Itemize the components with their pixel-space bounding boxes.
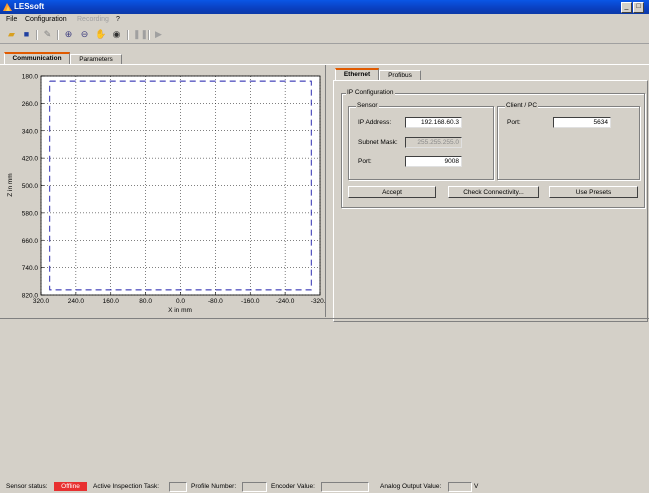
sensor-status-badge: Offline	[54, 482, 87, 491]
menu-recording[interactable]: Recording	[77, 16, 109, 23]
zoom-out-icon[interactable]: ⊖	[79, 29, 90, 40]
log-area	[0, 318, 649, 476]
window-title: LESsoft	[14, 2, 45, 11]
x-tick-label: -160.0	[241, 298, 260, 305]
maximize-button[interactable]: □	[633, 2, 644, 13]
menu-help[interactable]: ?	[116, 16, 120, 23]
plot-panel: 180.0 260.0 340.0 420.0 500.0 580.0 660.0 740.0…	[0, 65, 326, 317]
toolbar-separator	[127, 30, 129, 40]
ip-address-field[interactable]: 192.168.60.3	[405, 117, 462, 128]
menu-bar: File Configuration Recording ?	[0, 15, 649, 26]
toolbar-separator	[36, 30, 38, 40]
analog-output-value	[448, 482, 472, 492]
save-icon[interactable]: ■	[21, 29, 32, 40]
play-icon[interactable]: ▶	[153, 29, 164, 40]
y-tick-label: 340.0	[22, 128, 39, 135]
tab-ethernet[interactable]: Ethernet	[335, 68, 379, 80]
sensor-port-field[interactable]: 9008	[405, 156, 462, 167]
app-logo-icon	[3, 3, 12, 11]
x-tick-label: 80.0	[139, 298, 152, 305]
y-axis-label: Z in mm	[7, 173, 14, 196]
active-task-label: Active Inspection Task:	[93, 483, 159, 490]
x-tick-label: -80.0	[208, 298, 223, 305]
y-tick-label: 500.0	[22, 183, 39, 190]
ip-address-label: IP Address:	[358, 119, 392, 126]
sensor-group-title: Sensor	[356, 102, 379, 109]
ip-config-title: IP Configuration	[346, 89, 395, 96]
y-tick-label: 260.0	[22, 101, 39, 108]
reset-icon[interactable]: ◉	[111, 29, 122, 40]
pause-icon[interactable]: ❚❚	[133, 29, 148, 40]
y-tick-label: 660.0	[22, 238, 39, 245]
toolbar-separator	[57, 30, 59, 40]
client-port-label: Port:	[507, 119, 521, 126]
title-bar: LESsoft _ □	[0, 0, 649, 14]
encoder-value-label: Encoder Value:	[271, 483, 315, 490]
toolbar-separator	[148, 30, 150, 40]
y-tick-label: 180.0	[22, 74, 39, 81]
open-folder-icon[interactable]: ▰	[6, 29, 17, 40]
sensor-port-label: Port:	[358, 158, 372, 165]
y-tick-label: 580.0	[22, 210, 39, 217]
status-bar: Sensor status: Offline Active Inspection…	[0, 478, 649, 493]
menu-file[interactable]: File	[6, 16, 17, 23]
active-task-value	[169, 482, 187, 492]
profile-plot[interactable]: 180.0 260.0 340.0 420.0 500.0 580.0 660.0 740.0…	[0, 65, 325, 317]
analog-output-label: Analog Output Value:	[380, 483, 442, 490]
menu-configuration[interactable]: Configuration	[25, 16, 67, 23]
sensor-status-label: Sensor status:	[6, 483, 48, 490]
minimize-button[interactable]: _	[621, 2, 632, 13]
profile-number-value	[242, 482, 267, 492]
tab-communication[interactable]: Communication	[4, 52, 70, 64]
profile-number-label: Profile Number:	[191, 483, 237, 490]
x-tick-label: -240.0	[276, 298, 295, 305]
x-tick-label: 160.0	[103, 298, 120, 305]
accept-button[interactable]: Accept	[348, 186, 436, 198]
analog-output-unit: V	[474, 483, 479, 490]
client-port-field[interactable]: 5634	[553, 117, 611, 128]
y-tick-label: 740.0	[22, 265, 39, 272]
zoom-in-icon[interactable]: ⊕	[63, 29, 74, 40]
y-tick-label: 420.0	[22, 156, 39, 163]
client-group-title: Client / PC	[505, 102, 539, 109]
subnet-mask-field[interactable]: 255.255.255.0	[405, 137, 462, 148]
x-axis-label: X in mm	[168, 307, 192, 314]
x-tick-label: 0.0	[176, 298, 185, 305]
encoder-value-box	[321, 482, 369, 492]
use-presets-button[interactable]: Use Presets	[549, 186, 638, 198]
x-tick-label: 240.0	[68, 298, 85, 305]
x-tick-label: 320.0	[33, 298, 50, 305]
check-connectivity-button[interactable]: Check Connectivity...	[448, 186, 539, 198]
edit-icon[interactable]: ✎	[42, 29, 53, 40]
toolbar: ▰ ■ ✎ ⊕ ⊖ ✋ ◉ ❚❚ ▶	[0, 27, 649, 44]
subnet-mask-label: Subnet Mask:	[358, 139, 398, 146]
x-tick-label: -320.0	[311, 298, 325, 305]
pan-hand-icon[interactable]: ✋	[95, 29, 106, 40]
